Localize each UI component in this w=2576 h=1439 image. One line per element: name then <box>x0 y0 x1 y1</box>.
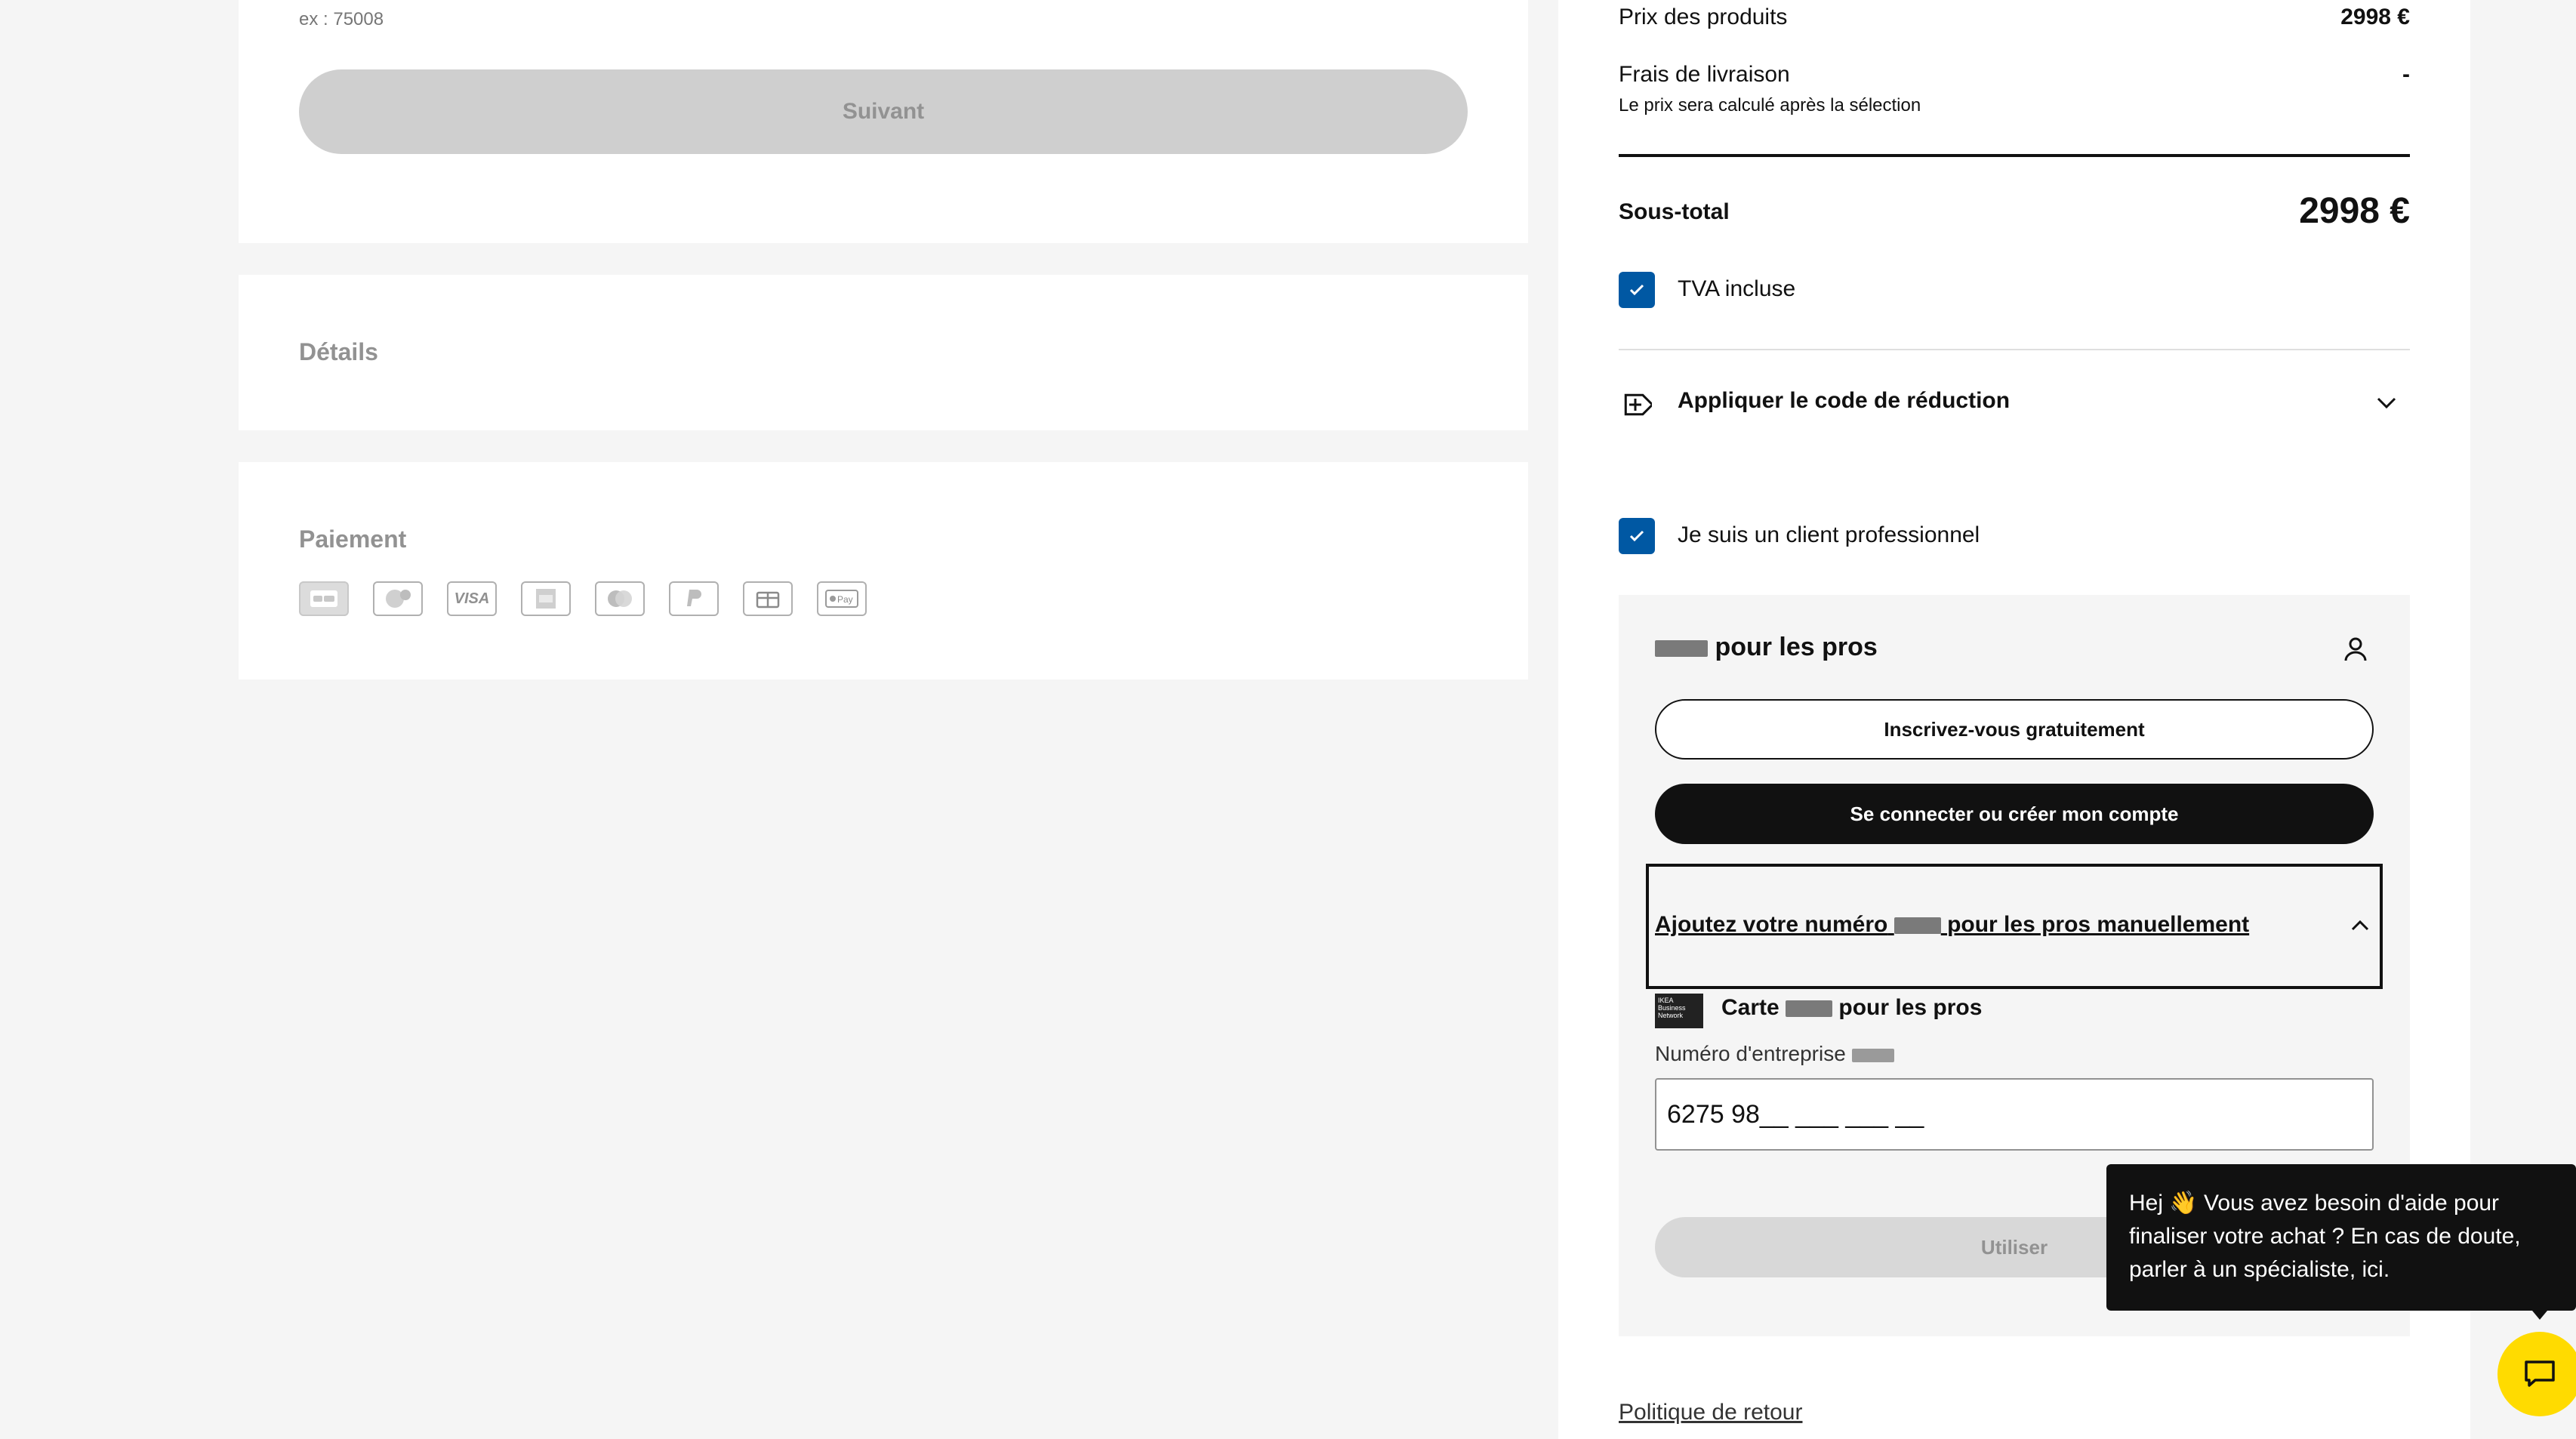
amex-icon <box>521 581 571 616</box>
products-price-value: 2998 € <box>2340 5 2410 29</box>
svg-text:Pay: Pay <box>837 594 853 605</box>
products-price-label: Prix des produits <box>1619 5 1788 29</box>
delivery-fee-value: - <box>2402 62 2410 87</box>
applepay-icon: Pay <box>817 581 867 616</box>
return-policy-link[interactable]: Politique de retour <box>1619 1400 1803 1425</box>
redacted-brand <box>1893 917 1941 935</box>
register-button[interactable]: Inscrivez-vous gratuitement <box>1655 699 2374 760</box>
voucher-icon <box>743 581 793 616</box>
giftcard-icon <box>373 581 423 616</box>
manual-number-accordion[interactable]: Ajoutez votre numéro pour les pros manue… <box>1646 864 2383 989</box>
details-title: Détails <box>299 338 378 365</box>
mastercard-icon <box>595 581 645 616</box>
delivery-fee-note: Le prix sera calculé après la sélection <box>1619 95 1921 116</box>
discount-code-toggle[interactable]: Appliquer le code de réduction <box>1619 387 2410 420</box>
manual-number-label: Ajoutez votre numéro pour les pros manue… <box>1655 912 2250 937</box>
business-number-label: Numéro d'entreprise <box>1655 1042 1894 1066</box>
pro-client-checkbox[interactable] <box>1619 518 1655 554</box>
redacted-brand <box>1655 640 1708 658</box>
paypal-icon <box>669 581 719 616</box>
discount-code-label: Appliquer le code de réduction <box>1678 388 2011 413</box>
chat-button[interactable] <box>2497 1332 2576 1416</box>
user-icon[interactable] <box>2340 634 2371 664</box>
vat-checkbox[interactable] <box>1619 272 1655 308</box>
details-card[interactable]: Détails <box>239 275 1528 430</box>
redacted-brand <box>1786 1000 1833 1018</box>
business-number-input[interactable]: 6275 98__ ___ ___ __ <box>1655 1078 2374 1151</box>
payment-methods: VISA Pay <box>299 581 867 616</box>
visa-icon: VISA <box>447 581 497 616</box>
business-card-title: Carte pour les pros <box>1721 995 1983 1020</box>
next-button[interactable]: Suivant <box>299 69 1468 154</box>
delivery-card: ex : 75008 Suivant <box>239 0 1528 243</box>
login-button[interactable]: Se connecter ou créer mon compte <box>1655 784 2374 844</box>
pro-client-label: Je suis un client professionnel <box>1678 522 1980 547</box>
summary-divider <box>1619 154 2410 157</box>
chat-tooltip-pointer <box>2532 1311 2547 1320</box>
payment-card[interactable]: Paiement VISA Pay <box>239 462 1528 679</box>
section-divider <box>1619 349 2410 350</box>
chat-tooltip: Hej 👋 Vous avez besoin d'aide pour final… <box>2106 1164 2576 1311</box>
postal-code-hint: ex : 75008 <box>299 9 384 29</box>
payment-title: Paiement <box>299 525 407 553</box>
redacted-brand <box>1851 1048 1894 1062</box>
subtotal-value: 2998 € <box>2299 191 2410 231</box>
business-network-logo: IKEA Business Network <box>1655 994 1703 1028</box>
subtotal-label: Sous-total <box>1619 199 1730 224</box>
checkmark-icon <box>1629 284 1644 296</box>
vat-label: TVA incluse <box>1678 276 1796 301</box>
chat-icon <box>2525 1360 2555 1387</box>
tag-icon <box>1624 393 1652 416</box>
business-title: pour les pros <box>1655 633 1878 662</box>
checkmark-icon <box>1629 530 1644 542</box>
chevron-down-icon <box>2377 397 2396 409</box>
card-icon <box>299 581 349 616</box>
chevron-up-icon <box>2351 920 2369 931</box>
delivery-fee-label: Frais de livraison <box>1619 62 1790 87</box>
chat-message: Hej 👋 Vous avez besoin d'aide pour final… <box>2129 1191 2521 1282</box>
